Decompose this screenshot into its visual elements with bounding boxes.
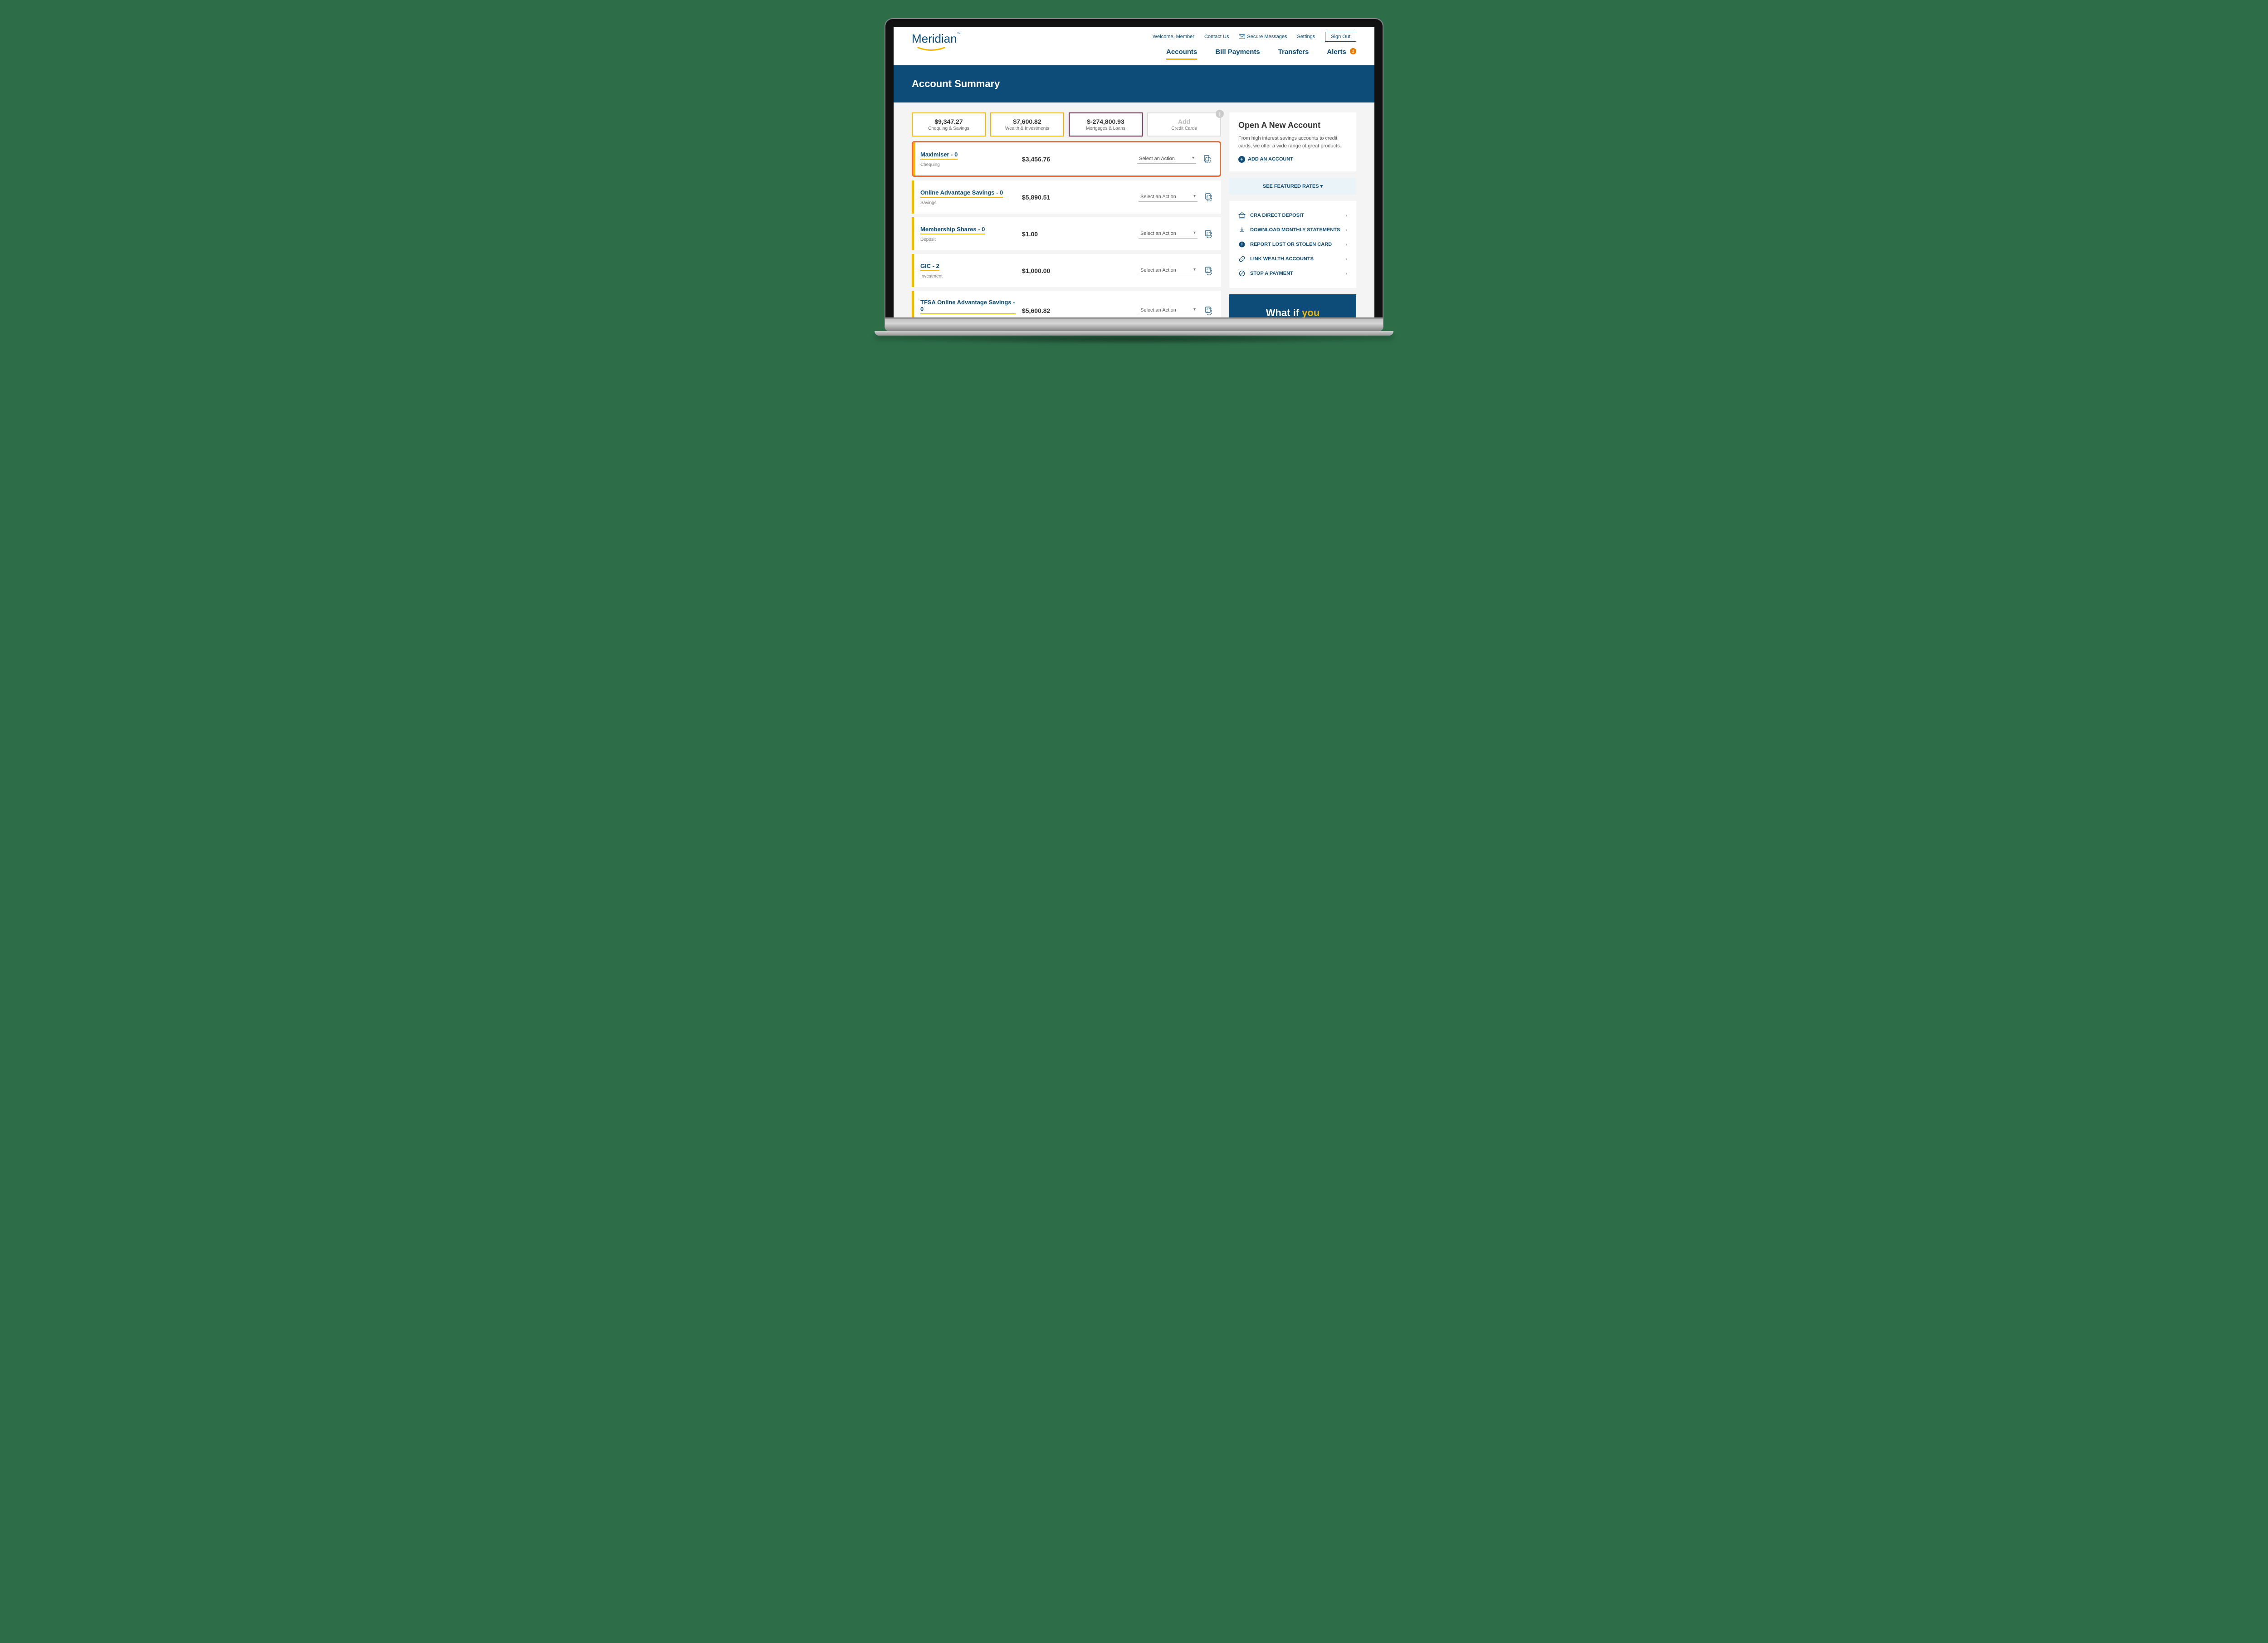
- bank-icon: [1238, 212, 1246, 219]
- nav-settings[interactable]: Settings: [1297, 34, 1315, 39]
- tile-chequing-savings[interactable]: $9,347.27 Chequing & Savings: [912, 112, 986, 137]
- chevron-right-icon: ›: [1346, 242, 1347, 247]
- account-subtype: Chequing: [920, 162, 1016, 167]
- chevron-down-icon: ▾: [1320, 184, 1323, 189]
- nav-alerts-label: Alerts: [1327, 48, 1346, 56]
- chevron-right-icon: ›: [1346, 271, 1347, 276]
- tile-wealth-investments[interactable]: $7,600.82 Wealth & Investments: [990, 112, 1064, 137]
- tile-label: Wealth & Investments: [994, 126, 1061, 131]
- account-link[interactable]: GIC - 2: [920, 263, 939, 271]
- account-balance: $3,456.76: [1022, 156, 1076, 163]
- open-account-panel: Open A New Account From high interest sa…: [1229, 112, 1356, 171]
- action-select[interactable]: Select an Action: [1139, 306, 1198, 315]
- ql-report-lost-card[interactable]: REPORT LOST OR STOLEN CARD ›: [1238, 237, 1347, 252]
- nav-secure-label: Secure Messages: [1247, 34, 1287, 39]
- chevron-right-icon: ›: [1346, 257, 1347, 262]
- action-select[interactable]: Select an Action: [1139, 192, 1198, 202]
- promo-text-1: What if: [1266, 307, 1302, 317]
- utility-nav: Welcome, Member Contact Us Secure Messag…: [1153, 32, 1356, 42]
- link-icon: [1238, 255, 1246, 263]
- action-select[interactable]: Select an Action: [1139, 266, 1198, 275]
- account-balance: $1,000.00: [1022, 267, 1076, 274]
- chevron-right-icon: ›: [1346, 213, 1347, 218]
- header: Meridian™ Welcome, Member Contact Us Sec…: [894, 27, 1374, 65]
- account-row: Online Advantage Savings - 0 Savings $5,…: [912, 180, 1221, 214]
- account-balance: $5,600.82: [1022, 307, 1076, 314]
- plus-icon[interactable]: +: [1216, 110, 1224, 118]
- laptop-frame: Meridian™ Welcome, Member Contact Us Sec…: [885, 18, 1383, 345]
- tile-label: Chequing & Savings: [915, 126, 982, 131]
- ql-label: LINK WEALTH ACCOUNTS: [1250, 256, 1314, 262]
- copy-icon[interactable]: [1204, 193, 1213, 202]
- account-subtype: Investment: [920, 274, 1016, 279]
- account-row: GIC - 2 Investment $1,000.00 Select an A…: [912, 254, 1221, 287]
- quick-links-panel: CRA DIRECT DEPOSIT › DOWNLOAD MONTHLY ST…: [1229, 201, 1356, 288]
- add-account-label: ADD AN ACCOUNT: [1248, 156, 1293, 162]
- account-subtype: Savings: [920, 200, 1016, 205]
- account-row-maximiser: Maximiser - 0 Chequing $3,456.76 Select …: [912, 141, 1221, 177]
- nav-bill-payments[interactable]: Bill Payments: [1215, 48, 1260, 60]
- ql-link-wealth-accounts[interactable]: LINK WEALTH ACCOUNTS ›: [1238, 252, 1347, 266]
- nav-transfers[interactable]: Transfers: [1278, 48, 1309, 60]
- account-row: Membership Shares - 0 Deposit $1.00 Sele…: [912, 217, 1221, 250]
- see-featured-rates-button[interactable]: SEE FEATURED RATES ▾: [1229, 178, 1356, 195]
- summary-tiles: $9,347.27 Chequing & Savings $7,600.82 W…: [912, 112, 1221, 137]
- tile-label: Credit Cards: [1151, 126, 1217, 131]
- account-balance: $5,890.51: [1022, 194, 1076, 201]
- nav-accounts[interactable]: Accounts: [1166, 48, 1197, 60]
- alerts-badge: 1: [1350, 48, 1356, 54]
- ql-label: CRA DIRECT DEPOSIT: [1250, 213, 1304, 218]
- alert-icon: [1238, 241, 1246, 248]
- account-link[interactable]: Online Advantage Savings - 0: [920, 189, 1003, 198]
- action-select[interactable]: Select an Action: [1139, 229, 1198, 239]
- tile-add-credit-cards[interactable]: Add Credit Cards +: [1147, 112, 1221, 137]
- panel-body: From high interest savings accounts to c…: [1238, 135, 1347, 150]
- account-subtype: Deposit: [920, 237, 1016, 242]
- tile-amount: $-274,800.93: [1072, 118, 1139, 125]
- block-icon: [1238, 270, 1246, 277]
- tile-amount: $7,600.82: [994, 118, 1061, 125]
- nav-secure-messages[interactable]: Secure Messages: [1239, 34, 1287, 39]
- promo-highlight: you: [1302, 307, 1320, 317]
- account-link[interactable]: Maximiser - 0: [920, 151, 958, 160]
- account-list: Maximiser - 0 Chequing $3,456.76 Select …: [912, 141, 1221, 317]
- promo-banner[interactable]: What if you could strategically: [1229, 294, 1356, 317]
- primary-nav: Accounts Bill Payments Transfers Alerts …: [1153, 48, 1356, 65]
- ql-download-statements[interactable]: DOWNLOAD MONTHLY STATEMENTS ›: [1238, 223, 1347, 237]
- account-link[interactable]: TFSA Online Advantage Savings - 0: [920, 299, 1016, 314]
- add-account-button[interactable]: + ADD AN ACCOUNT: [1238, 156, 1293, 163]
- account-row: TFSA Online Advantage Savings - 0 TFSA C…: [912, 291, 1221, 317]
- ql-label: DOWNLOAD MONTHLY STATEMENTS: [1250, 227, 1340, 233]
- ql-label: REPORT LOST OR STOLEN CARD: [1250, 242, 1332, 247]
- plus-circle-icon: +: [1238, 156, 1245, 163]
- nav-alerts[interactable]: Alerts 1: [1327, 48, 1356, 60]
- download-icon: [1238, 226, 1246, 234]
- ql-label: STOP A PAYMENT: [1250, 271, 1293, 276]
- copy-icon[interactable]: [1202, 155, 1212, 164]
- tile-amount: $9,347.27: [915, 118, 982, 125]
- envelope-icon: [1239, 34, 1245, 39]
- copy-icon[interactable]: [1204, 229, 1213, 239]
- ql-stop-payment[interactable]: STOP A PAYMENT ›: [1238, 266, 1347, 281]
- featured-rates-label: SEE FEATURED RATES: [1263, 184, 1319, 189]
- copy-icon[interactable]: [1204, 266, 1213, 275]
- sign-out-button[interactable]: Sign Out: [1325, 32, 1356, 42]
- chevron-right-icon: ›: [1346, 228, 1347, 233]
- sidebar: Open A New Account From high interest sa…: [1229, 112, 1356, 317]
- panel-title: Open A New Account: [1238, 121, 1347, 130]
- account-link[interactable]: Membership Shares - 0: [920, 226, 985, 234]
- action-select[interactable]: Select an Action: [1137, 154, 1196, 164]
- tile-label: Mortgages & Loans: [1072, 126, 1139, 131]
- copy-icon[interactable]: [1204, 306, 1213, 315]
- brand-logo[interactable]: Meridian™: [912, 32, 961, 51]
- tile-mortgages-loans[interactable]: $-274,800.93 Mortgages & Loans: [1069, 112, 1143, 137]
- tile-amount: Add: [1151, 118, 1217, 125]
- nav-contact-us[interactable]: Contact Us: [1204, 34, 1229, 39]
- account-balance: $1.00: [1022, 230, 1076, 238]
- ql-cra-direct-deposit[interactable]: CRA DIRECT DEPOSIT ›: [1238, 208, 1347, 223]
- welcome-text: Welcome, Member: [1153, 34, 1194, 39]
- brand-text: Meridian: [912, 32, 957, 45]
- page-title: Account Summary: [894, 65, 1374, 102]
